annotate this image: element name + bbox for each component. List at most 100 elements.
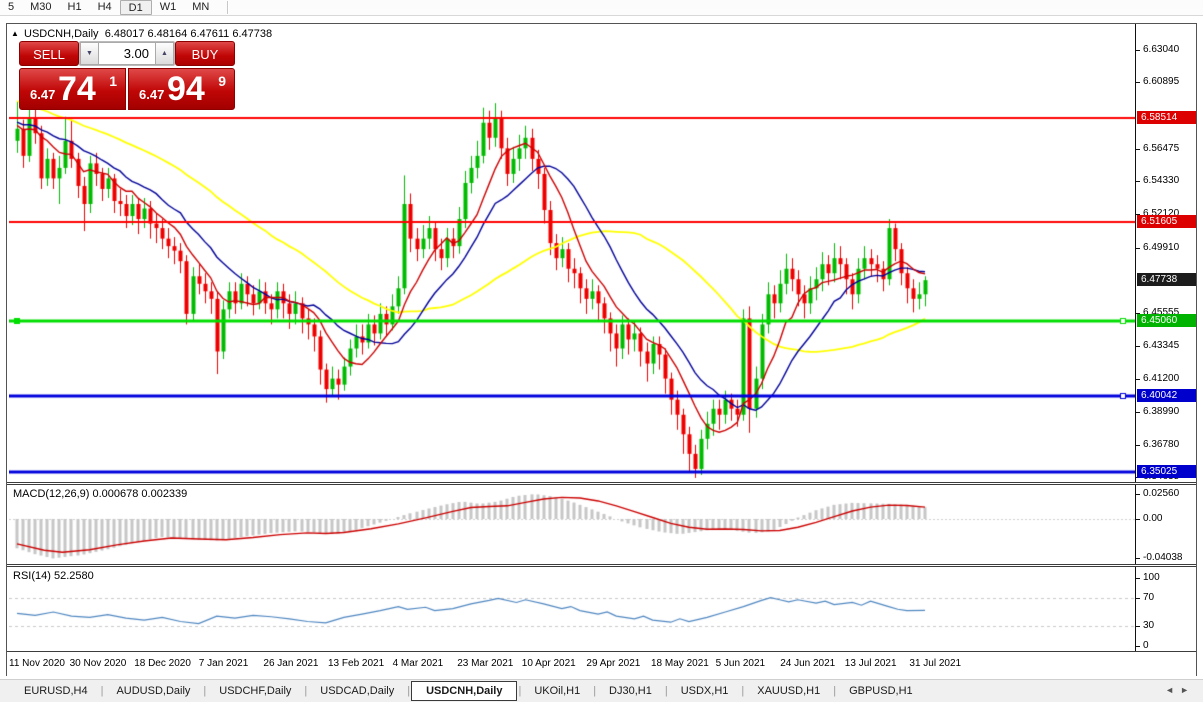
macd-indicator-label: MACD(12,26,9) 0.000678 0.002339 <box>13 488 187 500</box>
volume-input[interactable] <box>99 42 155 65</box>
date-axis-label: 11 Nov 2020 <box>9 658 65 669</box>
price-axis-tick-mark <box>1135 248 1140 249</box>
macd-axis-tick-mark <box>1135 519 1140 520</box>
tab-USDCHF-Daily[interactable]: USDCHF,Daily <box>207 682 303 700</box>
date-axis: 11 Nov 202030 Nov 202018 Dec 20207 Jan 2… <box>7 651 1196 677</box>
tab-GBPUSD-H1[interactable]: GBPUSD,H1 <box>837 682 925 700</box>
rsi-axis-tick-mark <box>1135 626 1140 627</box>
rsi-axis-label: 70 <box>1143 592 1154 603</box>
tab-scroll-right-icon[interactable]: ► <box>1180 685 1195 695</box>
rsi-axis-tick-mark <box>1135 598 1140 599</box>
date-axis-label: 30 Nov 2020 <box>70 658 127 669</box>
rsi-pane-bottom-border <box>7 651 1196 652</box>
tab-USDCAD-Daily[interactable]: USDCAD,Daily <box>308 682 406 700</box>
tab-DJ30-H1[interactable]: DJ30,H1 <box>597 682 664 700</box>
price-level-badge: 6.45060 <box>1137 314 1196 327</box>
trading-platform: 5M30H1H4D1W1MN ▲ USDCNH,Daily 6.48017 6.… <box>0 0 1203 702</box>
tab-EURUSD-H4[interactable]: EURUSD,H4 <box>12 682 100 700</box>
volume-decrease-button[interactable]: ▼ <box>80 42 99 65</box>
price-axis-tick-label: 6.36780 <box>1143 439 1179 450</box>
toolbar-separator <box>227 1 228 14</box>
price-level-badge: 6.47738 <box>1137 273 1196 286</box>
macd-axis-label: -0.04038 <box>1143 552 1182 563</box>
date-axis-label: 4 Mar 2021 <box>393 658 444 669</box>
tab-USDCNH-Daily[interactable]: USDCNH,Daily <box>411 681 517 701</box>
tab-scroll-left-icon[interactable]: ◄ <box>1165 685 1180 695</box>
price-level-badge: 6.35025 <box>1137 465 1196 478</box>
rsi-axis-label: 0 <box>1143 640 1149 651</box>
rsi-axis-label: 100 <box>1143 572 1160 583</box>
sell-price-pip: 1 <box>109 73 117 89</box>
tab-USDX-H1[interactable]: USDX,H1 <box>669 682 741 700</box>
timeframe-button-H4[interactable]: H4 <box>90 0 120 15</box>
sell-quote-button[interactable]: 6.47 74 1 <box>19 68 126 110</box>
timeframe-button-H1[interactable]: H1 <box>60 0 90 15</box>
chart-title-ohlc: 6.48017 6.48164 6.47611 6.47738 <box>105 28 272 40</box>
price-level-badge: 6.51605 <box>1137 215 1196 228</box>
macd-axis-label: 0.00 <box>1143 513 1162 524</box>
price-axis-tick-mark <box>1135 181 1140 182</box>
timeframe-button-M30[interactable]: M30 <box>22 0 59 15</box>
sell-price-prefix: 6.47 <box>30 87 55 102</box>
date-axis-label: 10 Apr 2021 <box>522 658 576 669</box>
price-axis-tick-label: 6.56475 <box>1143 143 1179 154</box>
price-axis-tick-label: 6.54330 <box>1143 175 1179 186</box>
tab-scroll-arrows: ◄► <box>1165 685 1195 695</box>
price-axis-tick-mark <box>1135 412 1140 413</box>
tab-XAUUSD-H1[interactable]: XAUUSD,H1 <box>745 682 832 700</box>
sell-button[interactable]: SELL <box>19 41 79 66</box>
date-axis-label: 18 Dec 2020 <box>134 658 191 669</box>
price-axis-tick-mark <box>1135 379 1140 380</box>
timeframe-button-5[interactable]: 5 <box>0 0 22 15</box>
timeframe-button-D1[interactable]: D1 <box>120 0 152 15</box>
timeframe-button-W1[interactable]: W1 <box>152 0 185 15</box>
price-axis-tick-label: 6.43345 <box>1143 340 1179 351</box>
price-level-badge: 6.40042 <box>1137 389 1196 402</box>
date-axis-label: 24 Jun 2021 <box>780 658 835 669</box>
price-axis-tick-mark <box>1135 50 1140 51</box>
volume-increase-button[interactable]: ▲ <box>155 42 174 65</box>
one-click-trade-panel: SELL ▼ ▲ BUY 6.47 74 1 6.47 94 9 <box>19 41 235 110</box>
price-axis-tick-label: 6.41200 <box>1143 373 1179 384</box>
rsi-indicator-chart[interactable] <box>9 567 1135 651</box>
price-axis-tick-label: 6.38990 <box>1143 406 1179 417</box>
macd-axis-label: 0.02560 <box>1143 488 1179 499</box>
tab-UKOil-H1[interactable]: UKOil,H1 <box>522 682 592 700</box>
buy-price-main: 94 <box>167 70 205 109</box>
price-axis-tick-mark <box>1135 445 1140 446</box>
pane-splitter-macd[interactable] <box>7 482 1196 485</box>
timeframe-button-MN[interactable]: MN <box>184 0 217 15</box>
date-axis-label: 13 Jul 2021 <box>845 658 897 669</box>
price-axis-line <box>1135 24 1136 651</box>
tab-AUDUSD-Daily[interactable]: AUDUSD,Daily <box>104 682 202 700</box>
date-axis-label: 26 Jan 2021 <box>263 658 318 669</box>
symbol-marker-icon: ▲ <box>11 29 19 38</box>
price-axis-tick-label: 6.63040 <box>1143 44 1179 55</box>
price-axis-tick-label: 6.60895 <box>1143 76 1179 87</box>
price-axis-tick-mark <box>1135 82 1140 83</box>
price-axis-tick-label: 6.49910 <box>1143 242 1179 253</box>
date-axis-label: 18 May 2021 <box>651 658 709 669</box>
date-axis-label: 5 Jun 2021 <box>716 658 766 669</box>
buy-price-pip: 9 <box>218 73 226 89</box>
buy-quote-button[interactable]: 6.47 94 9 <box>128 68 235 110</box>
rsi-axis-tick-mark <box>1135 646 1140 647</box>
rsi-indicator-label: RSI(14) 52.2580 <box>13 570 94 582</box>
price-axis-tick-mark <box>1135 149 1140 150</box>
price-axis-tick-mark <box>1135 346 1140 347</box>
buy-price-prefix: 6.47 <box>139 87 164 102</box>
rsi-axis-label: 30 <box>1143 620 1154 631</box>
macd-axis-tick-mark <box>1135 494 1140 495</box>
sell-price-main: 74 <box>58 70 96 109</box>
chart-title-symbol: USDCNH,Daily <box>24 28 99 40</box>
pane-splitter-rsi[interactable] <box>7 564 1196 567</box>
chart-title: USDCNH,Daily 6.48017 6.48164 6.47611 6.4… <box>24 28 272 40</box>
buy-button[interactable]: BUY <box>175 41 235 66</box>
symbol-tab-bar: EURUSD,H4|AUDUSD,Daily|USDCHF,Daily|USDC… <box>0 679 1203 702</box>
date-axis-label: 29 Apr 2021 <box>586 658 640 669</box>
price-level-badge: 6.58514 <box>1137 111 1196 124</box>
date-axis-label: 13 Feb 2021 <box>328 658 384 669</box>
date-axis-label: 31 Jul 2021 <box>909 658 961 669</box>
volume-stepper: ▼ ▲ <box>79 41 175 66</box>
chart-window: ▲ USDCNH,Daily 6.48017 6.48164 6.47611 6… <box>6 23 1197 676</box>
